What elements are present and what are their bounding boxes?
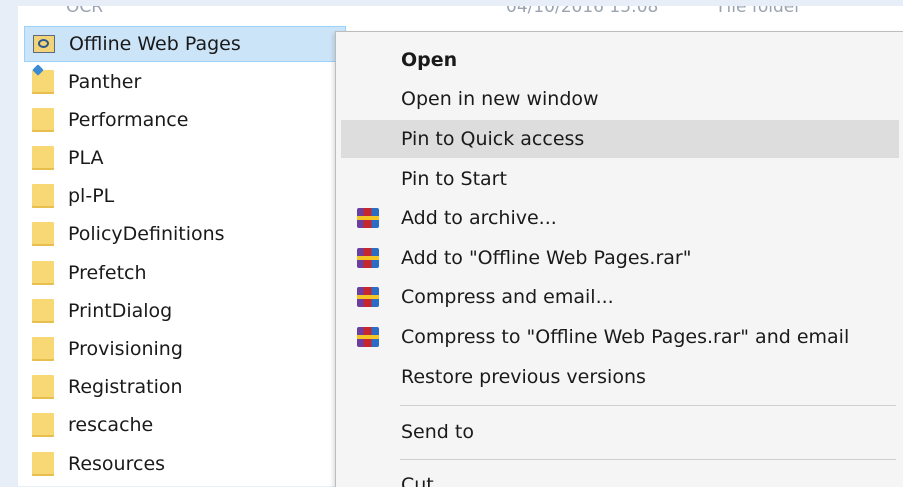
folder-icon: [32, 375, 54, 399]
folder-icon: [32, 222, 54, 246]
file-name: PolicyDefinitions: [68, 223, 225, 245]
file-name: pl-PL: [68, 185, 115, 207]
menu-item-compress-to-rar-email[interactable]: Compress to "Offline Web Pages.rar" and …: [336, 318, 903, 356]
file-row-prefetch[interactable]: Prefetch: [24, 255, 344, 291]
menu-item-cut[interactable]: Cut: [336, 466, 903, 487]
menu-item-open[interactable]: Open: [336, 41, 903, 79]
menu-item-label: Restore previous versions: [401, 366, 646, 388]
file-row-registration[interactable]: Registration: [24, 369, 344, 405]
file-name: Registration: [68, 376, 183, 398]
web-folder-icon: [33, 35, 55, 53]
file-row-printdialog[interactable]: PrintDialog: [24, 293, 344, 329]
partial-row-date: 04/10/2016 15:08: [506, 6, 659, 17]
file-name: Resources: [68, 453, 166, 475]
menu-item-pin-start[interactable]: Pin to Start: [336, 160, 903, 198]
file-name: rescache: [68, 414, 154, 436]
menu-item-open-new-window[interactable]: Open in new window: [336, 80, 903, 118]
menu-item-label: Cut: [401, 474, 434, 487]
winrar-icon: [357, 208, 379, 228]
menu-item-compress-email[interactable]: Compress and email...: [336, 278, 903, 316]
folder-icon: [32, 413, 54, 437]
file-name: Performance: [68, 109, 189, 131]
file-name: Panther: [68, 71, 142, 93]
menu-item-label: Compress and email...: [401, 286, 614, 308]
menu-item-label: Open: [401, 49, 458, 71]
file-name: PrintDialog: [68, 300, 173, 322]
file-row-rescache[interactable]: rescache: [24, 407, 344, 443]
menu-item-pin-quick-access[interactable]: Pin to Quick access: [341, 120, 899, 158]
folder-icon: [32, 299, 54, 323]
menu-separator: [400, 405, 896, 406]
partial-row-name: OCR: [66, 6, 104, 17]
menu-item-add-to-archive[interactable]: Add to archive...: [336, 199, 903, 237]
file-name: PLA: [68, 147, 104, 169]
menu-item-label: Add to "Offline Web Pages.rar": [401, 247, 692, 269]
menu-item-label: Send to: [401, 421, 474, 443]
menu-item-add-to-rar[interactable]: Add to "Offline Web Pages.rar": [336, 239, 903, 277]
winrar-icon: [357, 327, 379, 347]
file-name: Prefetch: [68, 262, 147, 284]
menu-item-label: Add to archive...: [401, 207, 557, 229]
file-row-provisioning[interactable]: Provisioning: [24, 331, 344, 367]
context-menu: Open Open in new window Pin to Quick acc…: [335, 31, 903, 487]
folder-icon: [32, 452, 54, 476]
file-name: Offline Web Pages: [69, 33, 241, 55]
menu-item-label: Pin to Start: [401, 168, 507, 190]
file-row-offline-web-pages[interactable]: Offline Web Pages: [24, 26, 346, 62]
winrar-icon: [357, 287, 379, 307]
menu-item-label: Open in new window: [401, 88, 599, 110]
folder-icon: [32, 184, 54, 208]
file-row-pl-pl[interactable]: pl-PL: [24, 178, 344, 214]
file-row-pla[interactable]: PLA: [24, 140, 344, 176]
folder-icon: [32, 337, 54, 361]
winrar-icon: [357, 248, 379, 268]
menu-item-label: Compress to "Offline Web Pages.rar" and …: [401, 326, 850, 348]
partial-row-type: File folder: [718, 6, 802, 17]
folder-icon: [32, 146, 54, 170]
file-name: Provisioning: [68, 338, 183, 360]
partial-top-row[interactable]: OCR 04/10/2016 15:08 File folder: [18, 6, 903, 20]
file-row-resources[interactable]: Resources: [24, 446, 344, 482]
file-row-panther[interactable]: Panther: [24, 64, 344, 100]
folder-icon: [32, 108, 54, 132]
file-row-policydefinitions[interactable]: PolicyDefinitions: [24, 216, 344, 252]
menu-item-send-to[interactable]: Send to: [336, 413, 903, 451]
file-row-performance[interactable]: Performance: [24, 102, 344, 138]
folder-icon: [32, 70, 54, 94]
menu-item-restore-previous-versions[interactable]: Restore previous versions: [336, 358, 903, 396]
folder-icon: [32, 261, 54, 285]
menu-item-label: Pin to Quick access: [401, 128, 585, 150]
menu-separator: [400, 459, 896, 460]
